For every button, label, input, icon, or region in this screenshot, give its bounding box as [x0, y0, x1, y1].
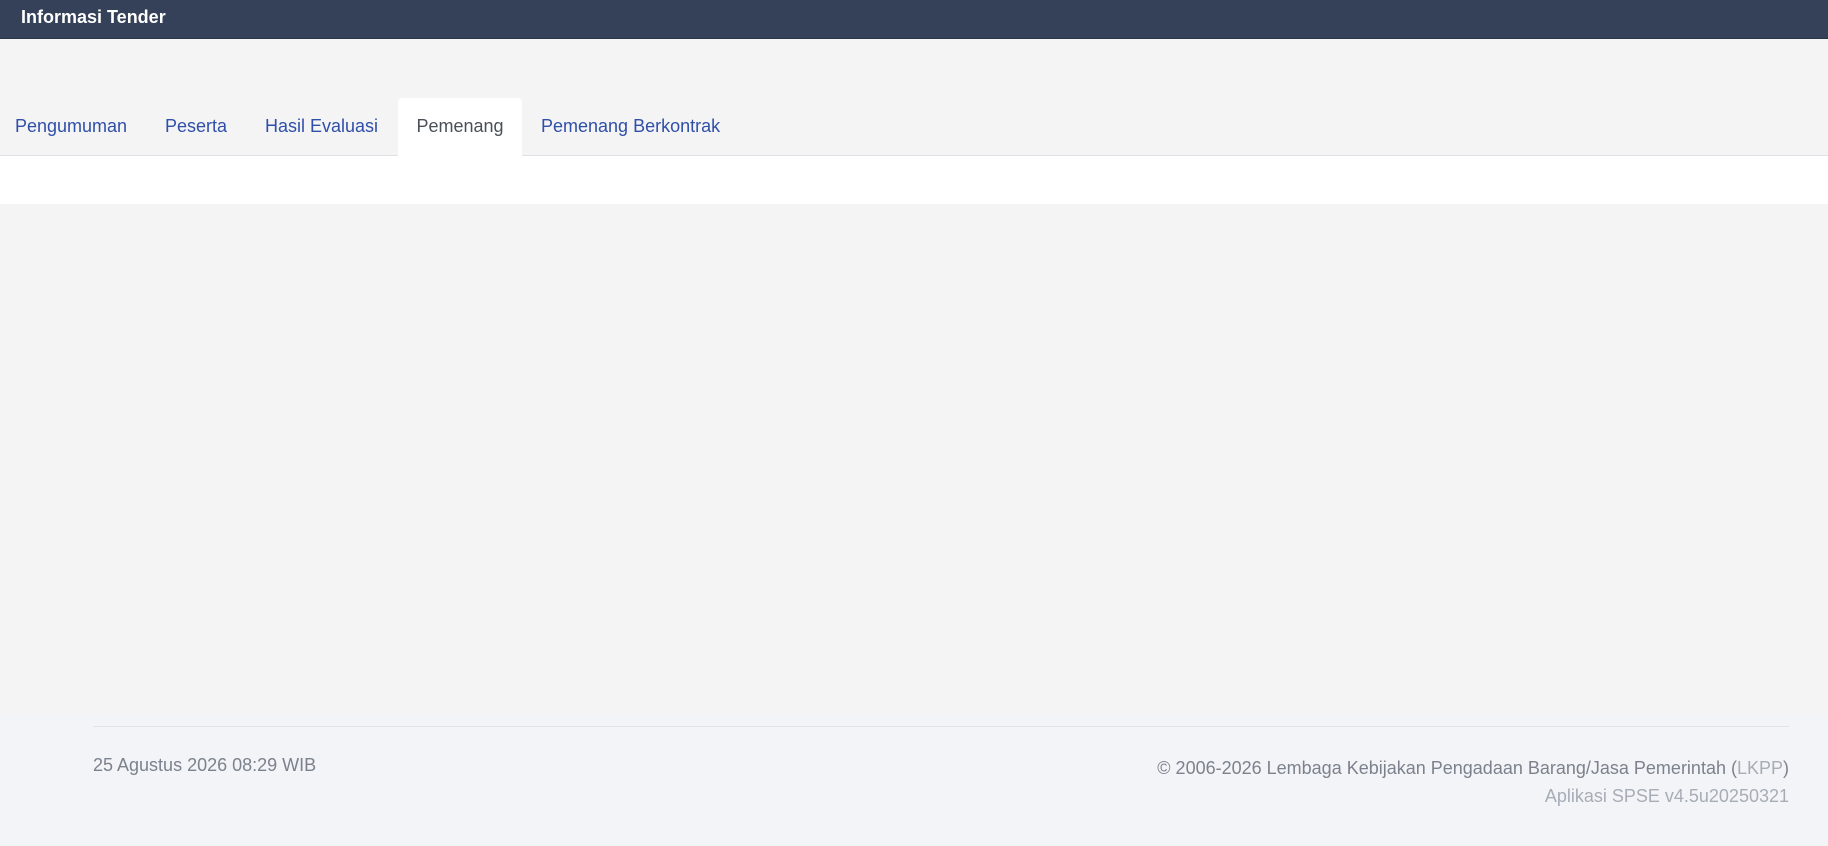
page-title: Informasi Tender — [21, 7, 166, 27]
tab-pemenang-berkontrak[interactable]: Pemenang Berkontrak — [541, 98, 720, 156]
tab-hasil-evaluasi[interactable]: Hasil Evaluasi — [265, 98, 378, 156]
copyright-prefix: © 2006-2026 Lembaga Kebijakan Pengadaan … — [1157, 758, 1737, 778]
tab-pemenang[interactable]: Pemenang — [398, 98, 522, 157]
footer-copyright: © 2006-2026 Lembaga Kebijakan Pengadaan … — [1157, 757, 1789, 779]
footer-datetime: 25 Agustus 2026 08:29 WIB — [93, 755, 317, 775]
footer-version: Aplikasi SPSE v4.5u20250321 — [1544, 786, 1789, 806]
footer: 25 Agustus 2026 08:29 WIB © 2006-2026 Le… — [0, 715, 1828, 846]
top-header-bar: Informasi Tender — [0, 0, 1828, 39]
footer-divider — [93, 726, 1789, 727]
tab-pengumuman[interactable]: Pengumuman — [15, 98, 127, 156]
tab-peserta[interactable]: Peserta — [165, 98, 227, 156]
tab-bar: Pengumuman Peserta Hasil Evaluasi Pemena… — [0, 98, 1828, 157]
lkpp-link[interactable]: LKPP — [1737, 758, 1783, 778]
tab-content-panel — [0, 156, 1828, 204]
copyright-suffix: ) — [1783, 758, 1789, 778]
